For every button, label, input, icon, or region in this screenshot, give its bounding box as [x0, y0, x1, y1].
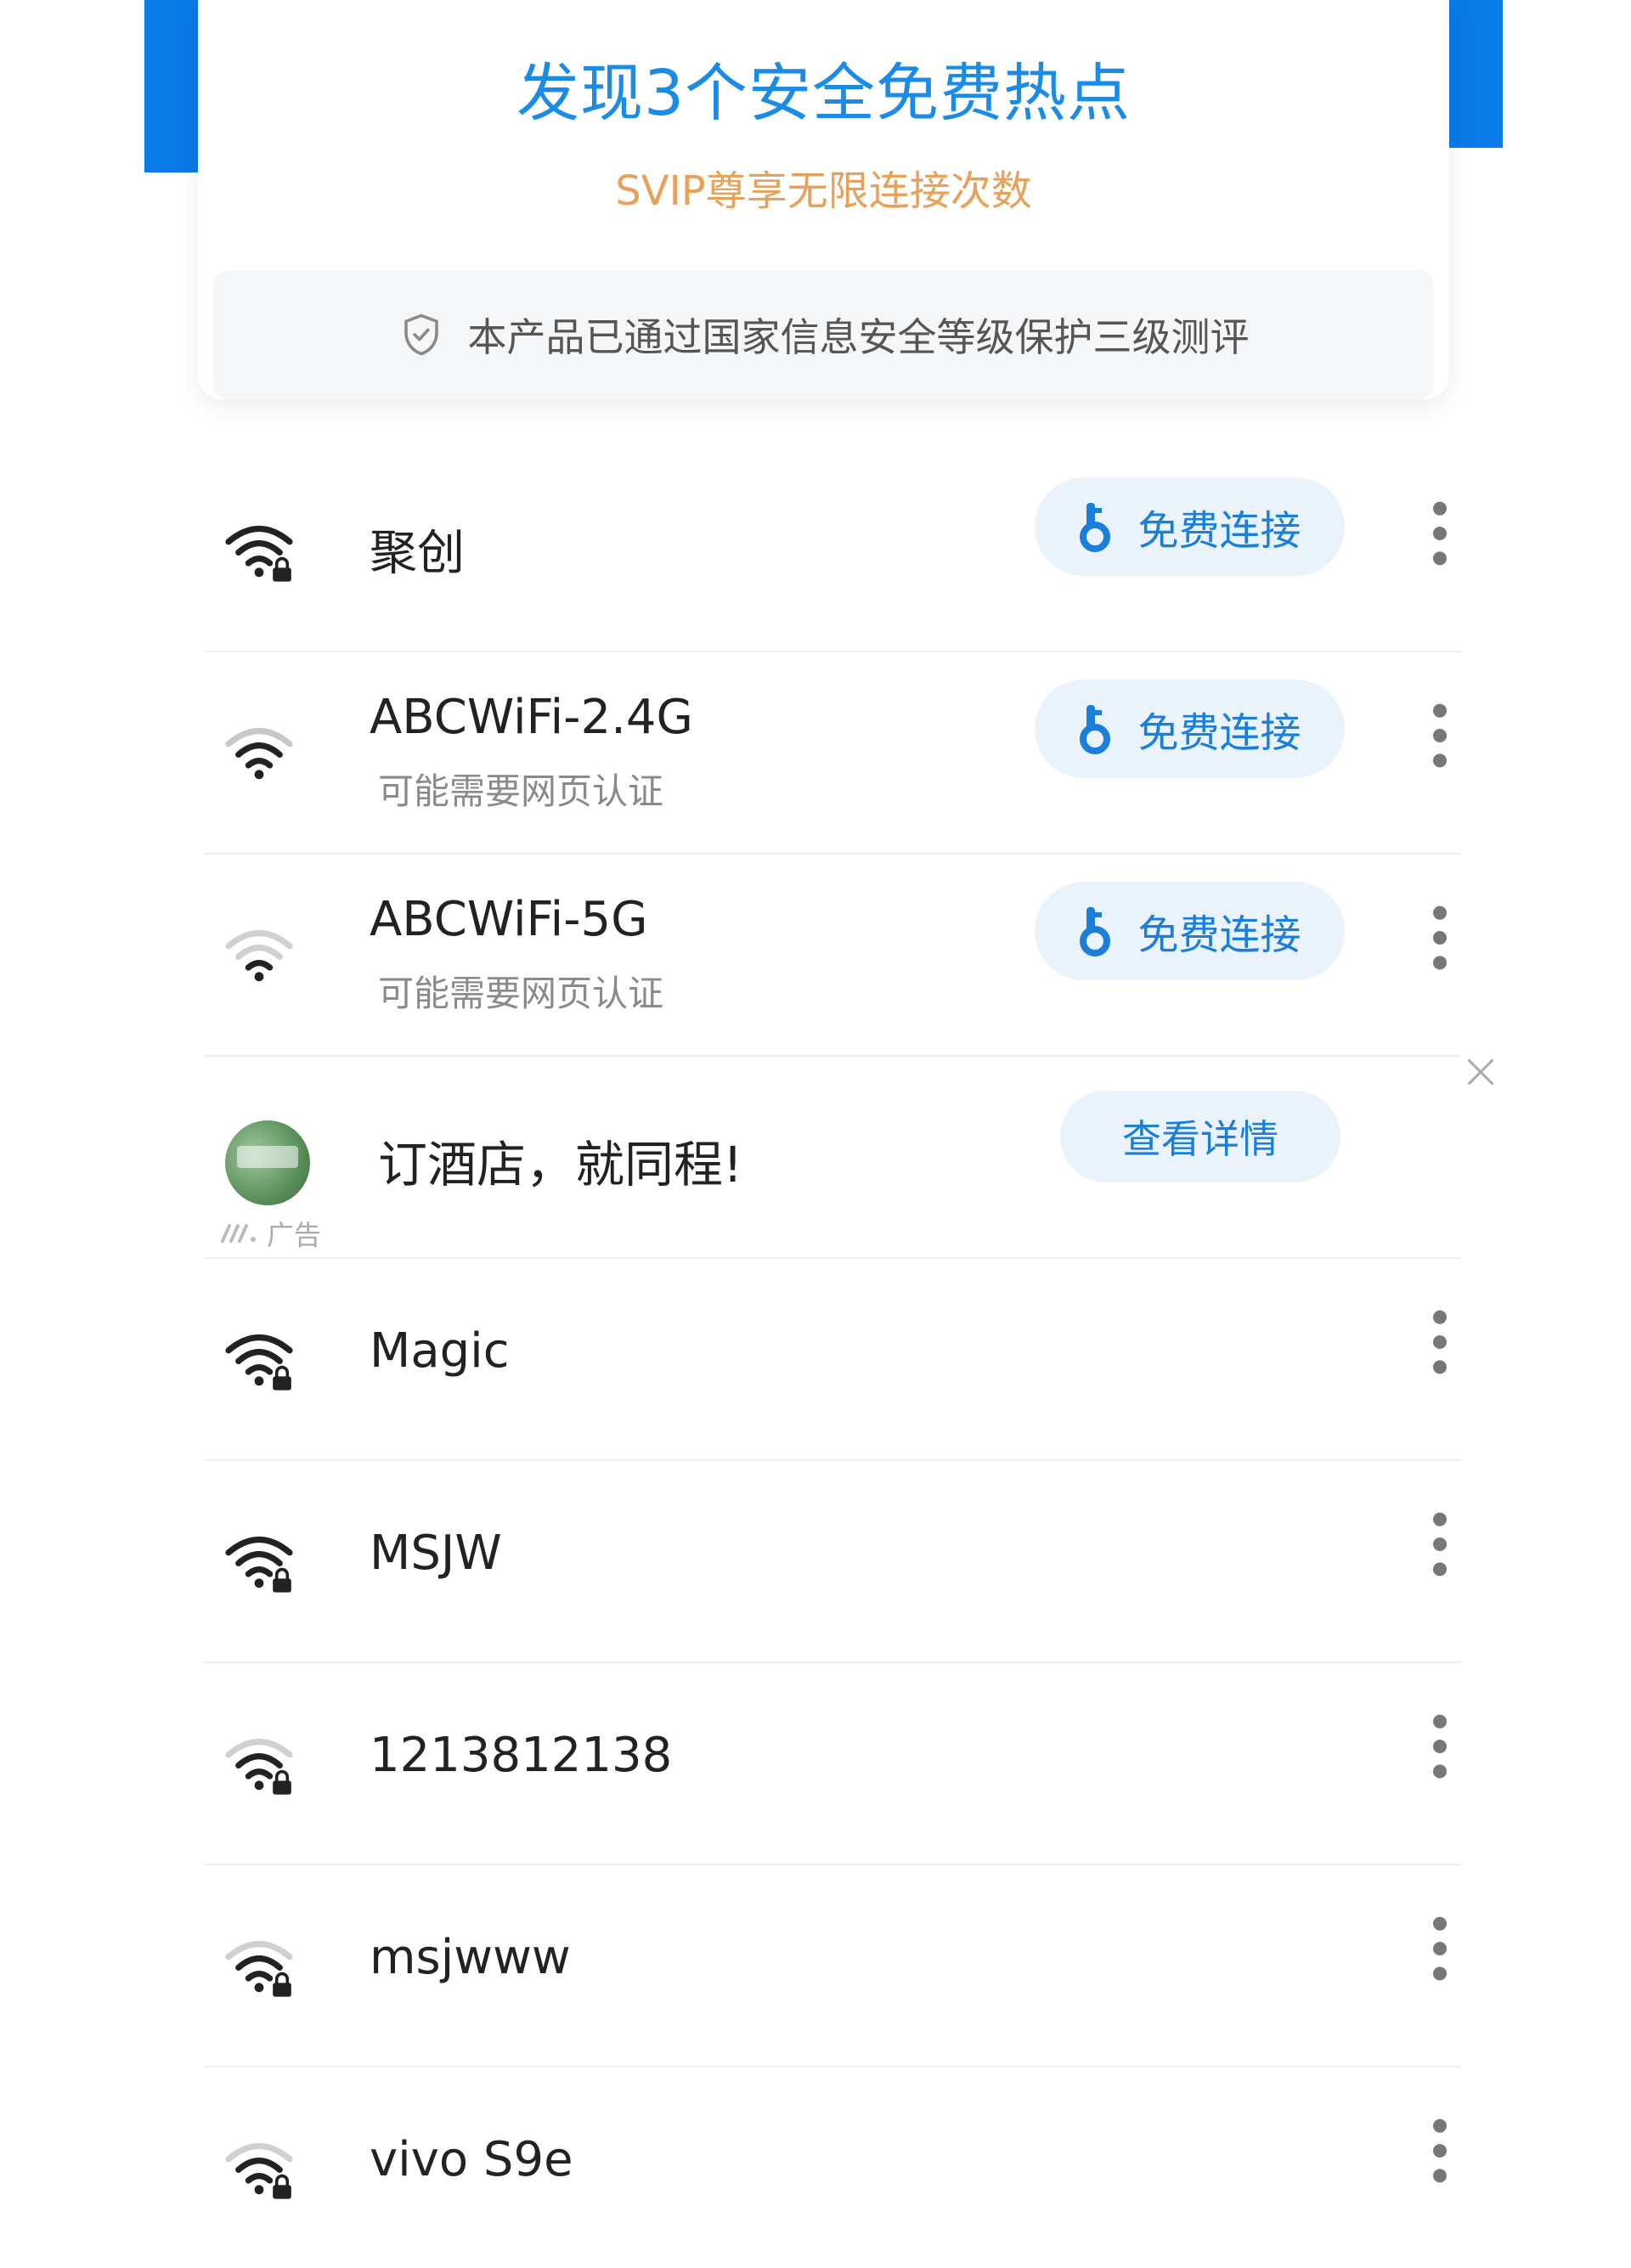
more-options-icon[interactable]	[1427, 904, 1453, 972]
wifi-name: msjwww	[370, 1930, 571, 1985]
wifi-weak-icon	[225, 929, 293, 982]
free-connect-button[interactable]: 免费连接	[1035, 882, 1345, 980]
more-options-icon[interactable]	[1427, 2117, 1453, 2185]
wifi-row[interactable]: ABCWiFi-2.4G 可能需要网页认证 免费连接	[204, 652, 1461, 855]
wifi-list: 聚创 免费连接 ABCWiFi-2.4G 可能需要网页认证 免费连接 ABCWi…	[204, 450, 1493, 2268]
wifi-locked-icon	[225, 1940, 293, 1997]
ad-label: 广告	[267, 1219, 322, 1251]
free-connect-label: 免费连接	[1137, 911, 1301, 959]
free-connect-button[interactable]: 免费连接	[1035, 680, 1345, 778]
more-options-icon[interactable]	[1427, 1712, 1453, 1780]
shield-check-icon	[404, 313, 438, 356]
wifi-name: 聚创	[370, 526, 465, 581]
key-icon	[1080, 705, 1111, 754]
wifi-subtitle: 可能需要网页认证	[378, 973, 664, 1014]
wifi-row[interactable]: Magic	[204, 1259, 1461, 1461]
key-icon	[1080, 503, 1111, 552]
right-accent-bar	[1449, 0, 1503, 148]
wifi-row[interactable]: ABCWiFi-5G 可能需要网页认证 免费连接	[204, 855, 1461, 1057]
more-options-icon[interactable]	[1427, 499, 1453, 567]
page-title: 发现3个安全免费热点	[516, 57, 1132, 130]
wifi-row[interactable]: msjwww	[204, 1865, 1461, 2068]
wifi-locked-icon	[225, 2142, 293, 2199]
more-options-icon[interactable]	[1427, 1915, 1453, 1983]
ad-label-group: 广告	[219, 1214, 321, 1253]
wifi-locked-icon	[225, 1738, 293, 1795]
wifi-locked-icon	[225, 1536, 293, 1593]
wifi-locked-icon	[225, 525, 293, 582]
wifi-subtitle: 可能需要网页认证	[378, 770, 664, 812]
free-connect-label: 免费连接	[1137, 709, 1301, 757]
more-options-icon[interactable]	[1427, 1308, 1453, 1376]
wifi-name: 1213812138	[370, 1728, 673, 1783]
wifi-name: ABCWiFi-2.4G	[370, 690, 693, 745]
svip-promo[interactable]: SVIP尊享无限连接次数	[198, 157, 1449, 217]
key-icon	[1080, 907, 1111, 956]
ad-logo	[225, 1120, 310, 1205]
close-icon[interactable]	[1465, 1057, 1496, 1087]
wifi-name: Magic	[370, 1323, 510, 1379]
wifi-row[interactable]: vivo S9e	[204, 2068, 1461, 2268]
more-options-icon[interactable]	[1427, 702, 1453, 770]
ad-banner[interactable]: 订酒店，就同程! 广告 查看详情	[204, 1057, 1493, 1259]
ad-marker-icon	[221, 1224, 256, 1243]
free-connect-button[interactable]: 免费连接	[1035, 477, 1345, 576]
left-accent-bar	[144, 0, 198, 172]
wifi-row[interactable]: MSJW	[204, 1461, 1461, 1663]
wifi-row[interactable]: 聚创 免费连接	[204, 450, 1461, 652]
view-details-label: 查看详情	[1122, 1116, 1278, 1162]
wifi-icon	[225, 727, 293, 780]
more-options-icon[interactable]	[1427, 1510, 1453, 1578]
security-notice: 本产品已通过国家信息安全等级保护三级测评	[213, 270, 1434, 399]
wifi-name: ABCWiFi-5G	[370, 892, 648, 947]
security-text: 本产品已通过国家信息安全等级保护三级测评	[467, 314, 1250, 360]
wifi-row[interactable]: 1213812138	[204, 1663, 1461, 1865]
wifi-locked-icon	[225, 1334, 293, 1391]
view-details-button[interactable]: 查看详情	[1060, 1091, 1340, 1182]
hotspot-summary-card: 发现3个安全免费热点 SVIP尊享无限连接次数 本产品已通过国家信息安全等级保护…	[198, 0, 1449, 399]
ad-title: 订酒店，就同程!	[378, 1136, 743, 1193]
wifi-name: MSJW	[370, 1526, 502, 1581]
free-connect-label: 免费连接	[1137, 507, 1301, 555]
wifi-name: vivo S9e	[370, 2132, 573, 2187]
